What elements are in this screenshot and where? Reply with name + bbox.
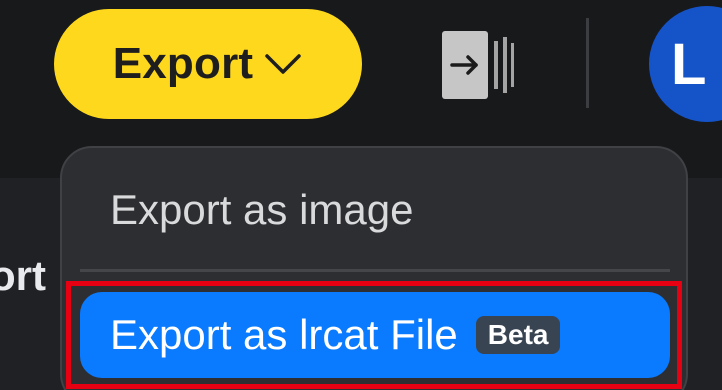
toolbar-divider bbox=[586, 18, 589, 108]
menu-item-export-image[interactable]: Export as image bbox=[110, 186, 413, 234]
menu-item-export-lrcat[interactable]: Export as lrcat File Beta bbox=[80, 292, 670, 378]
background-page-text: ort bbox=[0, 252, 46, 299]
export-button[interactable]: Export bbox=[54, 9, 362, 119]
menu-item-export-lrcat-label: Export as lrcat File bbox=[110, 311, 458, 358]
beta-badge: Beta bbox=[475, 316, 561, 354]
panel-collapse-icon[interactable] bbox=[440, 29, 516, 101]
app-window: Export L ort Export as image Export as l… bbox=[0, 0, 722, 390]
menu-separator bbox=[80, 269, 670, 272]
avatar-initial: L bbox=[671, 31, 707, 97]
chevron-down-icon bbox=[265, 54, 302, 74]
user-avatar[interactable]: L bbox=[649, 6, 722, 122]
export-button-label: Export bbox=[112, 39, 254, 88]
